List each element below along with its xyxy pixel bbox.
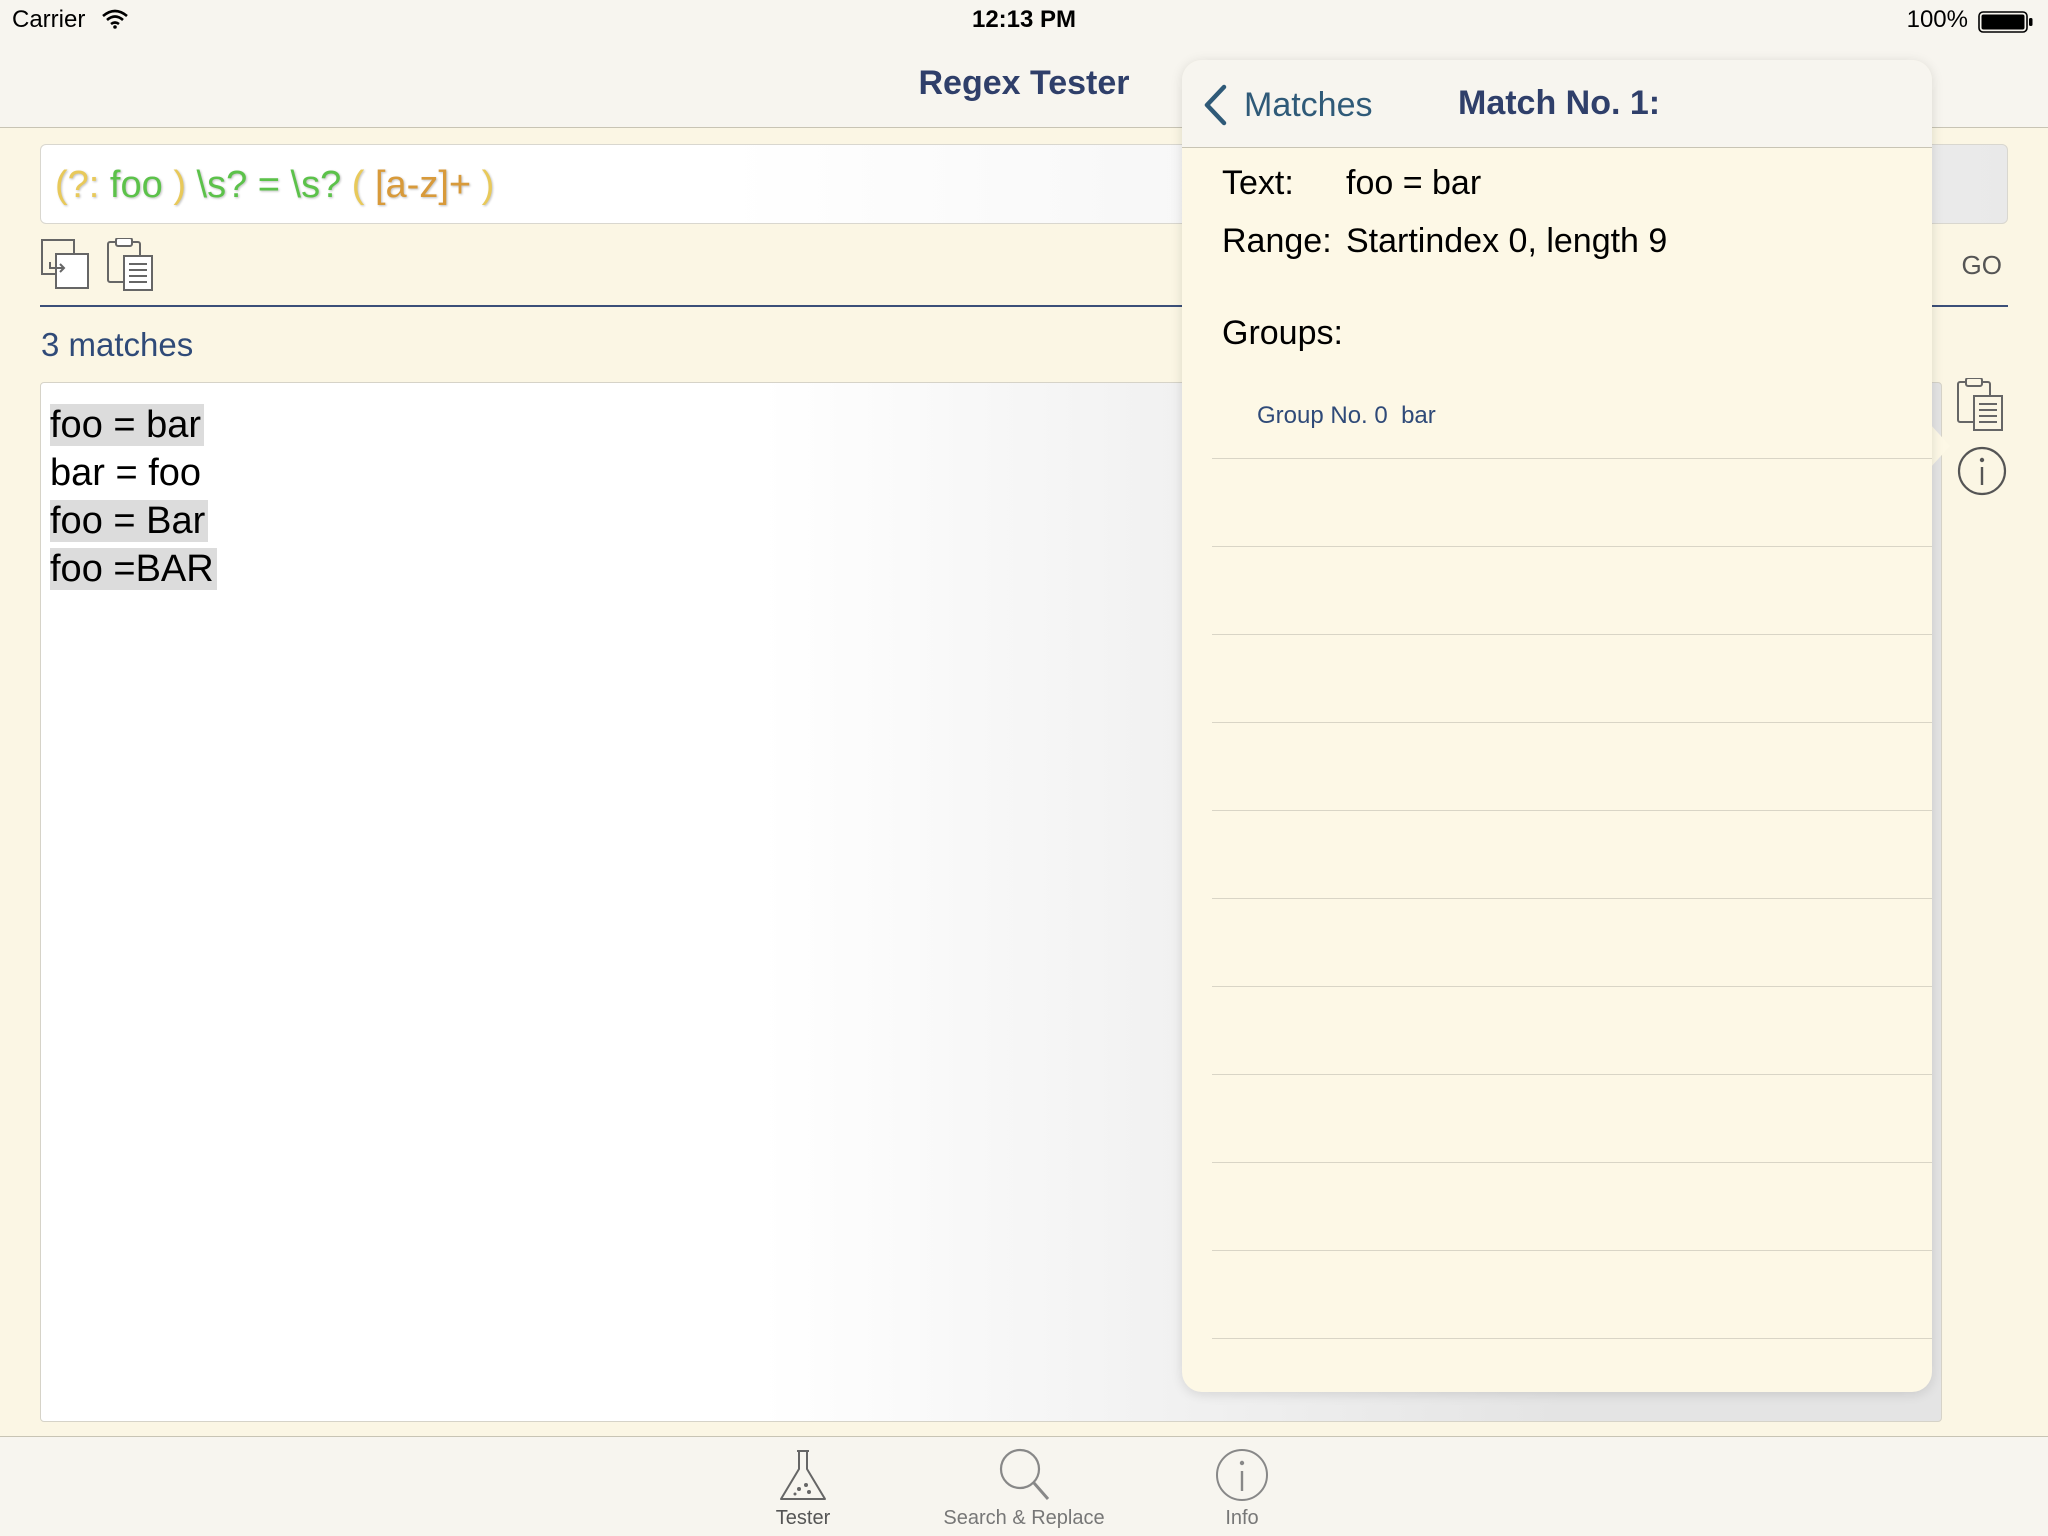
table-separator xyxy=(1212,634,1932,635)
text-line-content: bar = foo xyxy=(50,452,202,494)
table-separator xyxy=(1212,1074,1932,1075)
paste-text-icon[interactable] xyxy=(1956,378,2008,432)
pattern-token: ( xyxy=(351,164,365,206)
info-icon[interactable] xyxy=(1956,444,2008,498)
table-separator xyxy=(1212,810,1932,811)
match-highlight: foo =BAR xyxy=(50,548,217,590)
info-icon xyxy=(1216,1449,1268,1501)
match-count: 3 matches xyxy=(41,326,194,363)
table-separator xyxy=(1212,898,1932,899)
table-separator xyxy=(1212,1250,1932,1251)
table-separator xyxy=(1212,546,1932,547)
group-value: bar xyxy=(1401,402,1436,429)
pattern-token: ) xyxy=(481,164,495,206)
range-value: Startindex 0, length 9 xyxy=(1346,222,1668,260)
tab-bar: Tester Search & Replace Info xyxy=(0,1436,2048,1536)
paste-pattern-icon[interactable] xyxy=(106,238,158,292)
range-label: Range: xyxy=(1222,222,1332,260)
tab-label: Info xyxy=(1225,1507,1259,1529)
tab-label: Search & Replace xyxy=(943,1507,1105,1529)
pattern-token: ) xyxy=(173,164,186,206)
flask-icon xyxy=(780,1450,826,1500)
go-button[interactable]: GO xyxy=(1962,250,2002,281)
tab-tester[interactable]: Tester xyxy=(713,1437,893,1536)
table-separator xyxy=(1212,986,1932,987)
match-text-row: Text: foo = bar xyxy=(1222,164,1481,203)
tab-label: Tester xyxy=(775,1507,831,1529)
pattern-token: \s? = \s? xyxy=(185,164,352,206)
popover-arrow xyxy=(1930,424,1950,468)
battery-percentage: 100% xyxy=(1906,6,1968,33)
battery-icon xyxy=(1978,11,2033,33)
status-time: 12:13 PM xyxy=(971,6,1077,33)
group-row[interactable]: Group No. 0 bar xyxy=(1257,402,1436,430)
pattern-token: foo xyxy=(99,164,174,206)
pattern-token: [a-z]+ xyxy=(364,164,482,206)
search-icon xyxy=(999,1448,1050,1500)
match-detail-popover: Matches Match No. 1: Text: foo = bar Rang… xyxy=(1182,60,1932,1392)
popover-title: Match No. 1: xyxy=(1458,84,1661,122)
match-range-row: Range: Startindex 0, length 9 xyxy=(1222,222,1667,261)
text-label: Text: xyxy=(1222,164,1294,202)
match-highlight: foo = bar xyxy=(50,404,205,446)
tab-search-replace[interactable]: Search & Replace xyxy=(934,1437,1114,1536)
tab-info[interactable]: Info xyxy=(1152,1437,1332,1536)
groups-label: Groups: xyxy=(1222,314,1343,352)
table-separator xyxy=(1212,458,1932,459)
group-label: Group No. 0 xyxy=(1257,402,1388,429)
table-separator xyxy=(1212,1162,1932,1163)
table-separator xyxy=(1212,722,1932,723)
table-separator xyxy=(1212,1338,1932,1339)
status-bar: Carrier 12:13 PM 100% xyxy=(0,0,2048,40)
copy-pattern-icon[interactable] xyxy=(40,238,92,292)
chevron-left-icon xyxy=(1204,84,1227,126)
pattern-token: (?: xyxy=(55,164,100,206)
text-value: foo = bar xyxy=(1346,164,1482,202)
back-label: Matches xyxy=(1244,86,1373,124)
match-highlight: foo = Bar xyxy=(50,500,209,542)
popover-navigation-bar: Matches Match No. 1: xyxy=(1182,60,1932,148)
